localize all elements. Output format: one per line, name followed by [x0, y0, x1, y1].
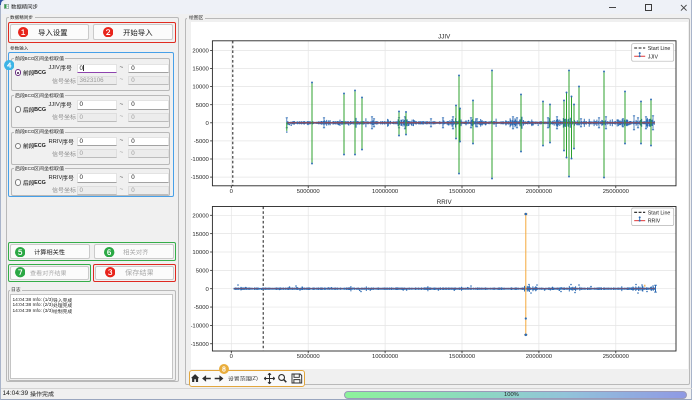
svg-text:-15000: -15000	[191, 175, 210, 181]
svg-text:25000000: 25000000	[603, 189, 630, 195]
svg-text:-5000: -5000	[194, 305, 210, 311]
svg-text:20000000: 20000000	[526, 189, 553, 195]
svg-text:-15000: -15000	[191, 341, 210, 347]
svg-text:20000000: 20000000	[526, 354, 553, 360]
svg-text:10000000: 10000000	[372, 354, 399, 360]
svg-text:RRIV: RRIV	[648, 218, 661, 224]
svg-text:Start Line: Start Line	[648, 46, 671, 52]
svg-text:5000000: 5000000	[297, 354, 321, 360]
svg-text:5000000: 5000000	[297, 189, 321, 195]
svg-text:0: 0	[206, 286, 210, 292]
svg-text:5000: 5000	[196, 102, 210, 108]
svg-text:10000: 10000	[192, 250, 209, 256]
svg-text:25000000: 25000000	[603, 354, 630, 360]
svg-text:0: 0	[206, 120, 210, 126]
svg-text:20000: 20000	[192, 213, 209, 219]
svg-text:0: 0	[230, 354, 234, 360]
svg-text:20000: 20000	[192, 48, 209, 54]
svg-text:-5000: -5000	[194, 139, 210, 145]
svg-text:15000000: 15000000	[449, 189, 476, 195]
svg-text:10000: 10000	[192, 84, 209, 90]
svg-text:JJIV: JJIV	[648, 54, 659, 60]
svg-text:10000000: 10000000	[372, 189, 399, 195]
svg-text:5000: 5000	[196, 268, 210, 274]
svg-text:RRIV: RRIV	[437, 199, 453, 206]
svg-text:JJIV: JJIV	[438, 33, 451, 40]
svg-text:0: 0	[230, 189, 234, 195]
svg-text:15000: 15000	[192, 231, 209, 237]
svg-text:Start Line: Start Line	[648, 210, 671, 216]
svg-text:15000: 15000	[192, 66, 209, 72]
svg-text:-10000: -10000	[191, 323, 210, 329]
svg-text:-10000: -10000	[191, 157, 210, 163]
svg-text:15000000: 15000000	[449, 354, 476, 360]
